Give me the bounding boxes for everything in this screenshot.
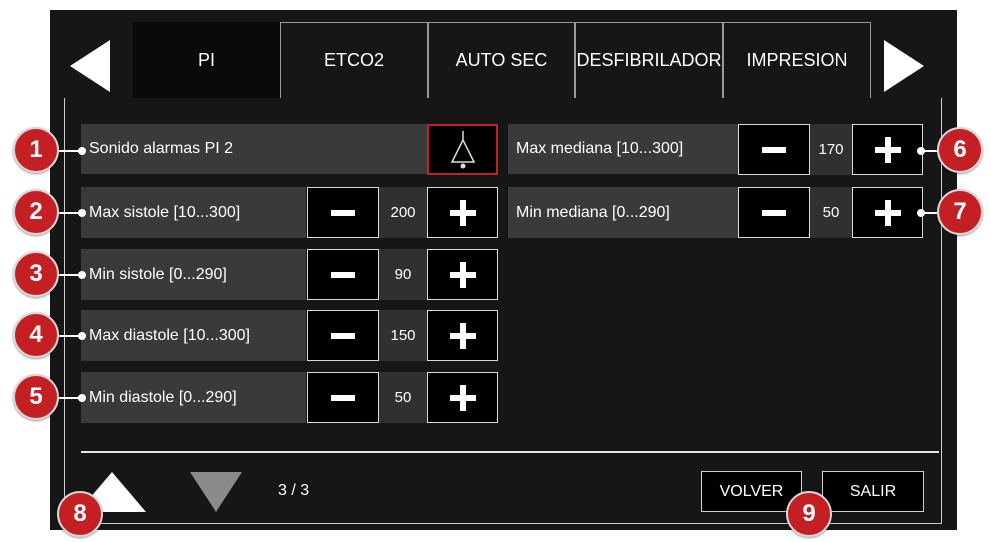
setting-value: 90 (379, 249, 427, 300)
setting-row-min-mediana: Min mediana [0...290] (508, 187, 738, 238)
device-screen: PI ETCO2 AUTO SEC DESFIBRILADOR IMPRESIO… (50, 10, 957, 530)
callout-dot (78, 209, 86, 217)
setting-label: Max mediana [10...300] (516, 140, 684, 157)
arrow-right-icon (884, 40, 924, 92)
plus-icon (449, 384, 476, 411)
triangle-down-icon (190, 472, 242, 512)
next-tab-arrow[interactable] (884, 40, 924, 92)
callout-dot (78, 147, 86, 155)
callout-badge-8: 8 (57, 491, 103, 537)
arrow-left-icon (70, 40, 110, 92)
setting-label: Min diastole [0...290] (89, 388, 237, 406)
page-down-button[interactable] (190, 472, 242, 512)
alarm-sound-label: Sonido alarmas PI 2 (89, 140, 234, 157)
divider (81, 451, 939, 453)
callout-badge-5: 5 (13, 374, 59, 420)
page-indicator: 3 / 3 (278, 482, 310, 499)
tab-impresion[interactable]: IMPRESION (723, 22, 871, 98)
minus-icon (331, 332, 355, 339)
plus-icon (449, 322, 476, 349)
callout-dot (78, 332, 86, 340)
setting-row-max-sistole: Max sistole [10...300] (81, 187, 306, 238)
callout-badge-2: 2 (13, 189, 59, 235)
salir-button[interactable]: SALIR (822, 471, 924, 512)
plus-icon (874, 136, 901, 163)
setting-label: Min sistole [0...290] (89, 265, 227, 283)
setting-label: Min mediana [0...290] (516, 203, 670, 221)
setting-label: Max sistole [10...300] (89, 203, 241, 221)
decrement-button[interactable] (738, 187, 810, 238)
bell-icon (450, 130, 475, 168)
callout-dot (917, 209, 925, 217)
callout-badge-6: 6 (937, 127, 983, 173)
increment-button[interactable] (427, 372, 498, 423)
increment-button[interactable] (852, 187, 923, 238)
plus-icon (449, 261, 476, 288)
tab-label: IMPRESION (746, 50, 848, 70)
increment-button[interactable] (427, 249, 498, 300)
callout-badge-4: 4 (13, 312, 59, 358)
minus-icon (762, 209, 786, 216)
tab-etco2[interactable]: ETCO2 (280, 22, 428, 98)
minus-icon (762, 146, 786, 153)
setting-value: 50 (810, 187, 852, 238)
minus-icon (331, 209, 355, 216)
setting-row-max-diastole: Max diastole [10...300] (81, 310, 306, 361)
minus-icon (331, 271, 355, 278)
tab-label: PI (197, 49, 215, 70)
callout-badge-3: 3 (13, 251, 59, 297)
callout-badge-1: 1 (13, 127, 59, 173)
tab-label: DESFIBRILADOR (576, 50, 722, 70)
callout-badge-9: 9 (786, 491, 832, 537)
plus-icon (874, 199, 901, 226)
tab-desfibrilador[interactable]: DESFIBRILADOR (575, 22, 723, 98)
callout-dot (78, 394, 86, 402)
callout-dot (78, 271, 86, 279)
decrement-button[interactable] (307, 187, 379, 238)
decrement-button[interactable] (307, 372, 379, 423)
increment-button[interactable] (852, 124, 923, 175)
setting-value: 150 (379, 310, 427, 361)
tab-label: AUTO SEC (455, 50, 548, 70)
plus-icon (449, 199, 476, 226)
setting-value: 200 (379, 187, 427, 238)
minus-icon (331, 394, 355, 401)
setting-value: 170 (810, 124, 852, 175)
decrement-button[interactable] (738, 124, 810, 175)
prev-tab-arrow[interactable] (70, 40, 110, 92)
alarm-sound-toggle[interactable] (427, 124, 498, 175)
setting-row-min-diastole: Min diastole [0...290] (81, 372, 306, 423)
setting-row-min-sistole: Min sistole [0...290] (81, 249, 306, 300)
decrement-button[interactable] (307, 310, 379, 361)
increment-button[interactable] (427, 187, 498, 238)
increment-button[interactable] (427, 310, 498, 361)
tab-auto-sec[interactable]: AUTO SEC (428, 22, 575, 98)
setting-value: 50 (379, 372, 427, 423)
callout-dot (917, 147, 925, 155)
decrement-button[interactable] (307, 249, 379, 300)
setting-row-max-mediana: Max mediana [10...300] (508, 124, 738, 174)
tab-pi[interactable]: PI (133, 22, 280, 98)
tab-label: ETCO2 (323, 50, 384, 70)
callout-badge-7: 7 (937, 189, 983, 235)
setting-label: Max diastole [10...300] (89, 326, 250, 344)
